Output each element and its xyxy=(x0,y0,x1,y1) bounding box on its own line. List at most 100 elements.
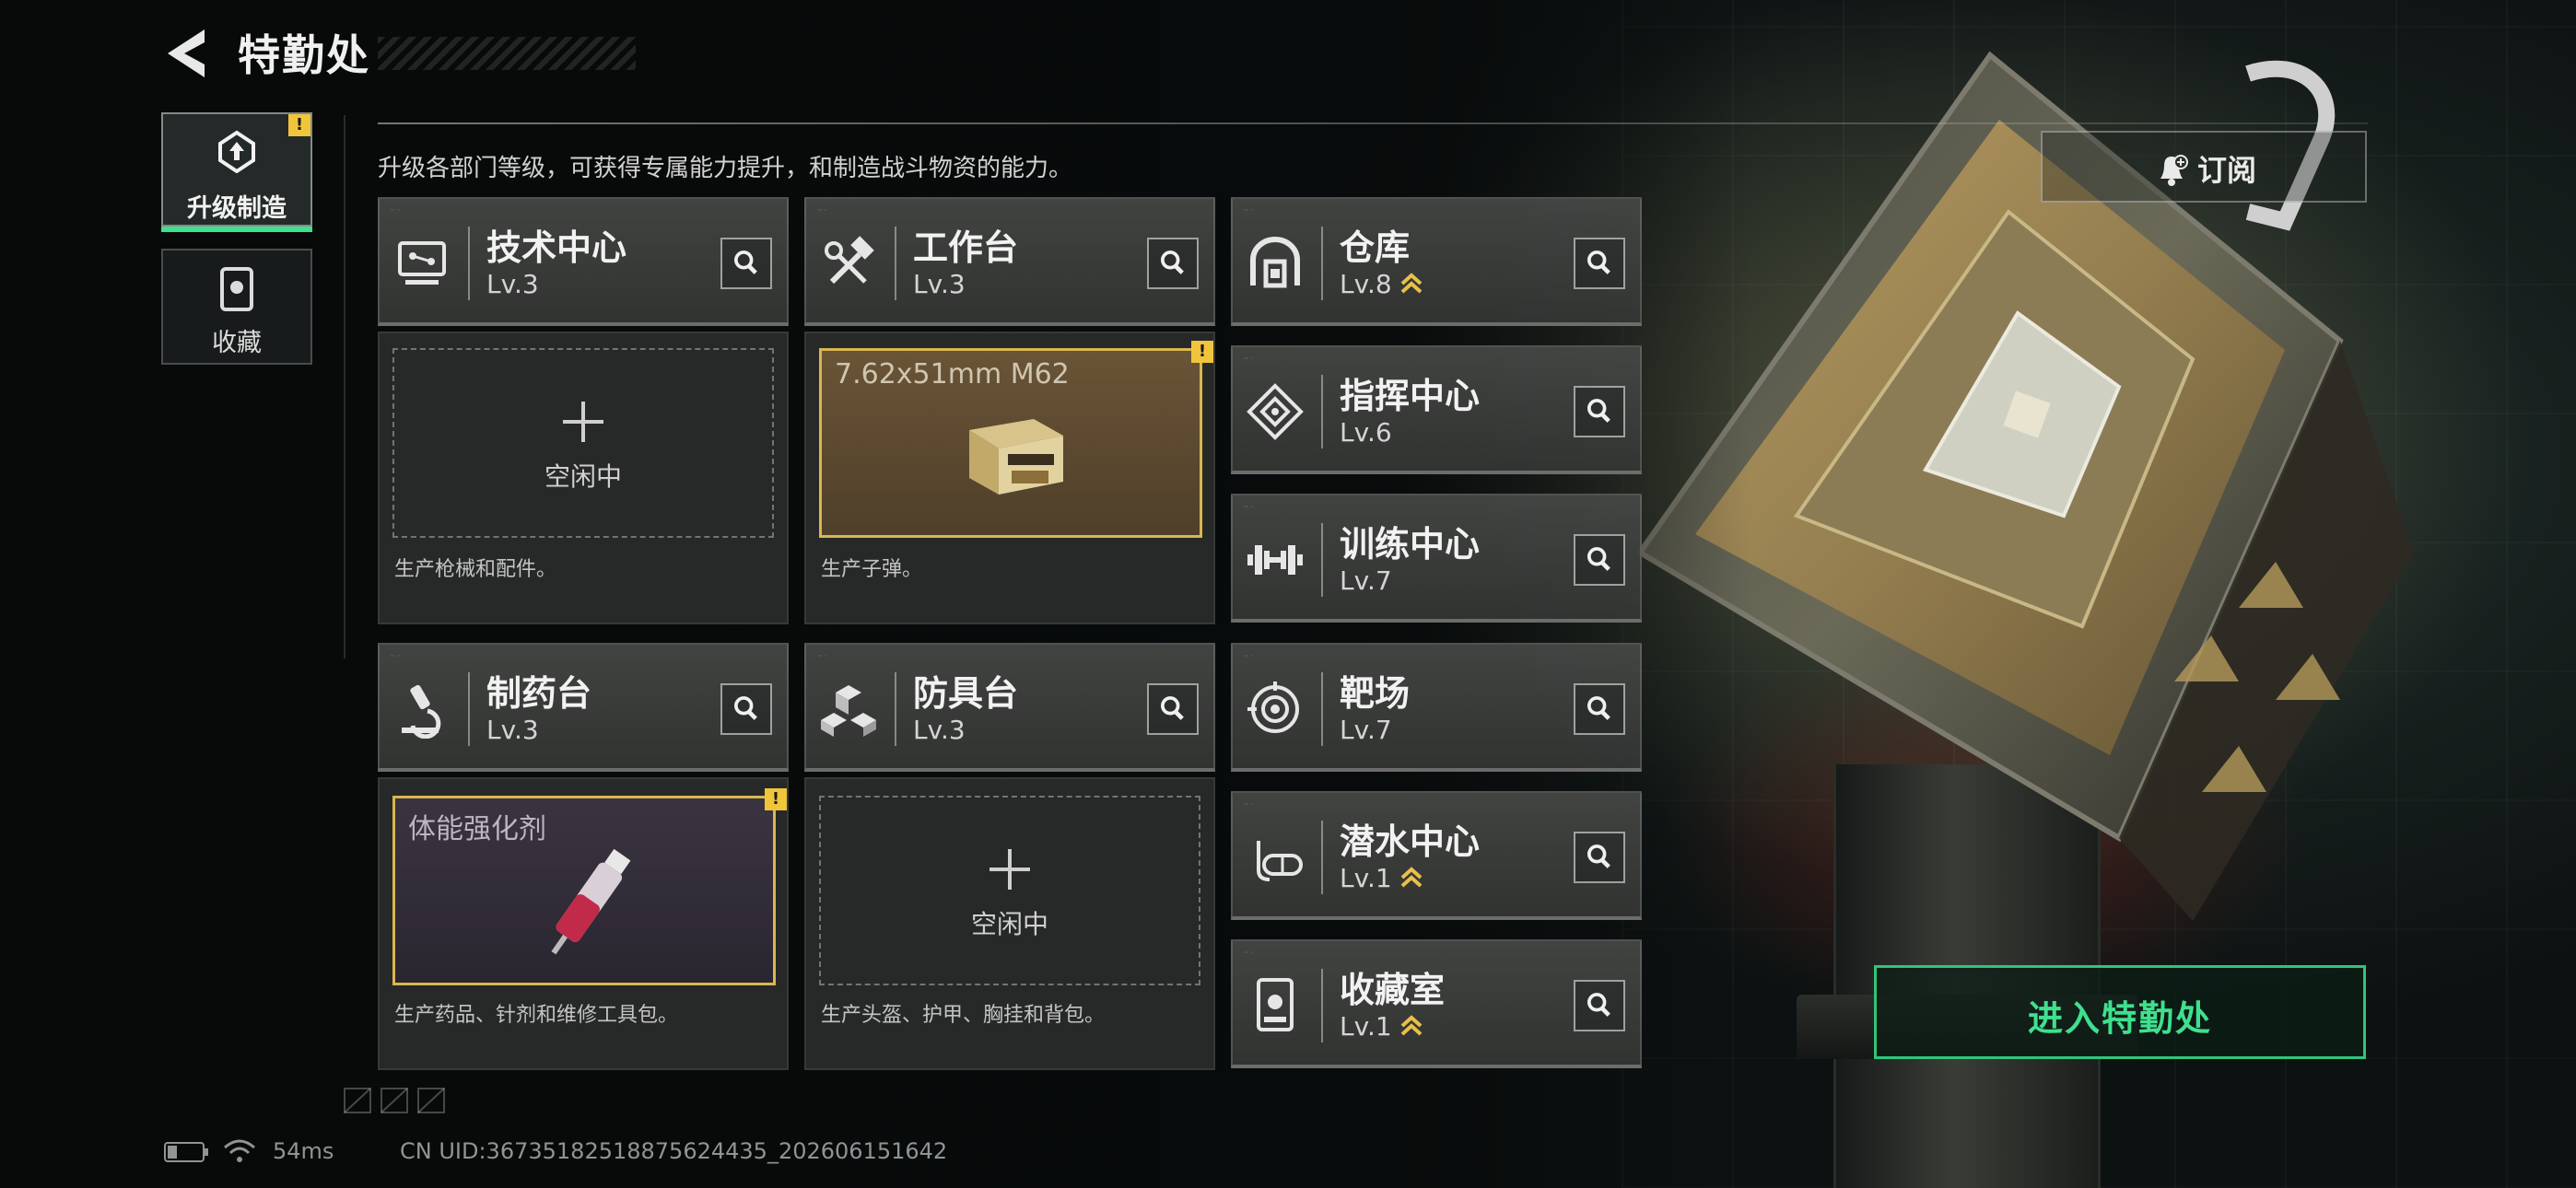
empty-slot[interactable]: 空闲中 xyxy=(392,348,774,538)
header-decoration: ·· · xyxy=(1244,800,1254,809)
header-decoration: ·· · xyxy=(817,206,827,215)
facility-level: Lv.7 xyxy=(1340,565,1392,596)
header-separator xyxy=(895,227,896,300)
facility-name: 潜水中心 xyxy=(1340,821,1481,862)
magnifier-icon[interactable] xyxy=(1574,534,1625,586)
facility-level: Lv.7 xyxy=(1340,715,1392,745)
diving-mask-icon xyxy=(1257,841,1303,881)
header-decoration: ·· · xyxy=(1244,503,1254,511)
syringe-icon xyxy=(551,848,631,955)
magnifier-icon[interactable] xyxy=(1574,980,1625,1031)
hammer-wrench-icon xyxy=(825,236,874,285)
header-separator xyxy=(1321,227,1323,300)
facility-level: Lv.3 xyxy=(486,269,539,299)
upgrade-arrow-icon xyxy=(1400,273,1423,294)
production-slot[interactable]: 体能强化剂 xyxy=(392,796,776,985)
computer-terminal-icon xyxy=(398,241,446,285)
facility-name: 制药台 xyxy=(486,673,592,714)
upgrade-gear-icon xyxy=(218,130,255,173)
magnifier-icon[interactable] xyxy=(720,683,772,735)
facility-shooting-range[interactable]: ·· · 靶场 Lv.7 xyxy=(1231,643,1642,772)
facility-name: 收藏室 xyxy=(1340,970,1446,1010)
bell-plus-icon xyxy=(2160,155,2188,186)
microscope-icon xyxy=(402,684,441,739)
cubes-icon xyxy=(821,685,876,737)
header-separator xyxy=(1321,969,1323,1042)
dumbbell-icon xyxy=(1247,545,1303,575)
enter-special-ops-button[interactable]: 进入特勤处 xyxy=(1874,965,2366,1059)
alert-badge: ! xyxy=(288,114,310,136)
page-subtitle: 升级各部门等级，可获得专属能力提升，和制造战斗物资的能力。 xyxy=(378,155,1073,182)
card-workbench-body: 7.62x51mm M62 ! 生产子弹。 xyxy=(804,332,1215,624)
card-armor-bench-header: ·· · 防具台 Lv.3 xyxy=(804,643,1215,772)
ammo-box-icon xyxy=(969,419,1063,495)
decorative-squares xyxy=(344,1088,445,1113)
tab-collection[interactable]: 收藏 xyxy=(161,249,312,365)
page-title: 特勤处 xyxy=(238,30,370,80)
facility-name: 仓库 xyxy=(1340,227,1411,268)
empty-slot[interactable]: 空闲中 xyxy=(819,796,1200,985)
add-icon xyxy=(989,849,1030,890)
magnifier-icon[interactable] xyxy=(720,238,772,289)
subscribe-button[interactable]: 订阅 xyxy=(2041,131,2367,203)
slot-idle-label: 空闲中 xyxy=(970,909,1048,939)
header-separator xyxy=(1321,672,1323,746)
facility-level: Lv.1 xyxy=(1340,863,1392,893)
magnifier-icon[interactable] xyxy=(1147,238,1199,289)
facility-name: 工作台 xyxy=(913,227,1019,268)
facility-name: 训练中心 xyxy=(1340,524,1481,565)
card-pharmacy-header: ·· · 制药台 Lv.3 xyxy=(378,643,789,772)
facility-name: 防具台 xyxy=(913,673,1019,714)
header-separator xyxy=(1321,375,1323,448)
alert-badge: ! xyxy=(765,788,787,810)
facility-name: 指挥中心 xyxy=(1340,376,1481,416)
left-divider xyxy=(344,115,345,658)
battery-icon xyxy=(164,1142,208,1162)
magnifier-icon[interactable] xyxy=(1574,238,1625,289)
title-decoration xyxy=(378,37,636,70)
add-icon xyxy=(563,402,603,442)
card-description: 生产子弹。 xyxy=(821,558,923,581)
user-uid: CN UID:3673518251887562443‌5_20260615164… xyxy=(400,1138,948,1164)
production-slot[interactable]: 7.62x51mm M62 xyxy=(819,348,1202,538)
facility-level: Lv.3 xyxy=(486,715,539,745)
card-workbench-header: ·· · 工作台 Lv.3 xyxy=(804,197,1215,326)
facility-level-row: Lv.8 xyxy=(1340,269,1423,299)
facility-level: Lv.1 xyxy=(1340,1011,1392,1042)
facility-level: Lv.6 xyxy=(1340,417,1392,448)
circuit-diamond-icon xyxy=(1247,383,1304,440)
magnifier-icon[interactable] xyxy=(1574,832,1625,883)
facility-command-center[interactable]: ·· · 指挥中心 Lv.6 xyxy=(1231,345,1642,474)
facility-warehouse[interactable]: ·· · 仓库 Lv.8 xyxy=(1231,197,1642,326)
facility-level-row: Lv.1 xyxy=(1340,1011,1423,1042)
header-decoration: ·· · xyxy=(817,652,827,660)
back-arrow-icon[interactable] xyxy=(164,28,210,79)
warehouse-icon xyxy=(1250,237,1300,288)
facility-name: 技术中心 xyxy=(486,227,627,268)
facility-collection-room[interactable]: ·· · 收藏室 Lv.1 xyxy=(1231,939,1642,1068)
header-separator xyxy=(895,672,896,746)
tab-upgrade-craft[interactable]: 升级制造 ! xyxy=(161,112,312,232)
facility-diving-center[interactable]: ·· · 潜水中心 Lv.1 xyxy=(1231,791,1642,920)
wifi-icon xyxy=(224,1139,255,1162)
card-tech-center-body: 空闲中 生产枪械和配件。 xyxy=(378,332,789,624)
card-pharmacy-body: 体能强化剂 ! 生产药品、针剂和维修工具包。 xyxy=(378,777,789,1070)
header-decoration: ·· · xyxy=(391,652,401,660)
magnifier-icon[interactable] xyxy=(1147,683,1199,735)
magnifier-icon[interactable] xyxy=(1574,386,1625,437)
ping-readout: 54ms xyxy=(273,1138,334,1164)
alert-badge: ! xyxy=(1191,341,1213,363)
header-decoration: ·· · xyxy=(1244,652,1254,660)
magnifier-icon[interactable] xyxy=(1574,683,1625,735)
header-divider xyxy=(378,122,2368,124)
header-separator xyxy=(468,227,470,300)
active-tab-indicator xyxy=(161,227,312,232)
header-separator xyxy=(1321,821,1323,894)
trophy-case-icon xyxy=(220,267,253,311)
card-description: 生产药品、针剂和维修工具包。 xyxy=(394,1004,679,1027)
facility-training-center[interactable]: ·· · 训练中心 Lv.7 xyxy=(1231,494,1642,623)
item-name: 体能强化剂 xyxy=(408,813,546,845)
facility-level: Lv.3 xyxy=(913,269,966,299)
header-decoration: ·· · xyxy=(1244,949,1254,957)
tab-collection-label: 收藏 xyxy=(212,329,262,357)
